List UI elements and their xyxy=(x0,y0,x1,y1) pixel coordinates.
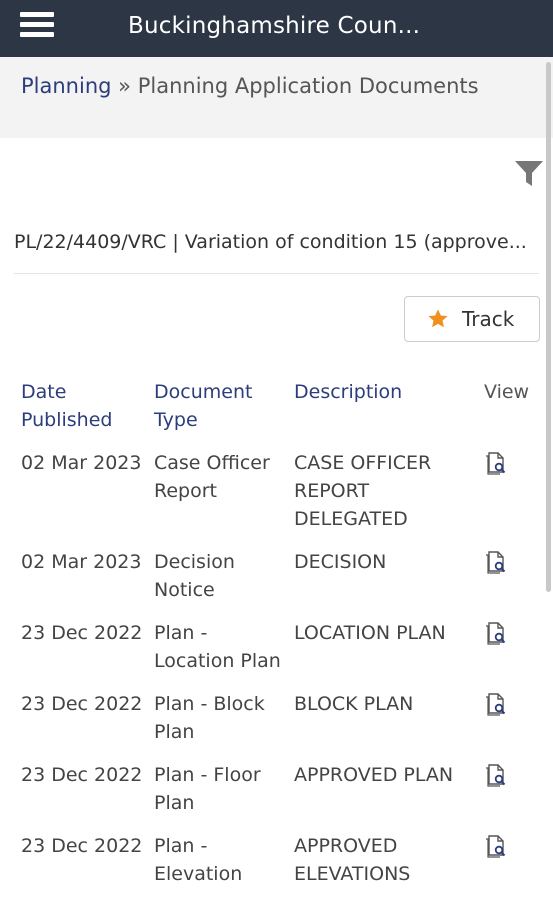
breadcrumb: Planning » Planning Application Document… xyxy=(21,74,479,98)
document-type-cell: Plan - Block Plan xyxy=(154,693,265,743)
star-icon xyxy=(428,309,448,328)
description-cell: APPROVED PLAN xyxy=(294,764,454,786)
header-description[interactable]: Description xyxy=(294,378,402,406)
description-cell: DECISION xyxy=(294,551,387,573)
header-view: View xyxy=(484,381,530,403)
view-document-icon[interactable] xyxy=(484,834,508,858)
header-document-type[interactable]: Document Type xyxy=(154,378,264,434)
view-document-icon[interactable] xyxy=(484,692,508,716)
breadcrumb-link-planning[interactable]: Planning xyxy=(21,74,111,98)
description-cell: APPROVED ELEVATIONS xyxy=(294,835,411,885)
track-label: Track xyxy=(462,307,515,331)
view-document-icon[interactable] xyxy=(484,550,508,574)
app-header: Buckinghamshire Coun... xyxy=(0,0,553,57)
document-type-cell: Plan - Elevation xyxy=(154,835,243,885)
document-type-cell: Decision Notice xyxy=(154,551,235,601)
track-button[interactable]: Track xyxy=(404,296,540,342)
description-cell: LOCATION PLAN xyxy=(294,622,446,644)
view-document-icon[interactable] xyxy=(484,621,508,645)
hamburger-menu-icon[interactable] xyxy=(20,12,54,42)
description-cell: CASE OFFICER REPORT DELEGATED xyxy=(294,452,432,530)
breadcrumb-separator: » xyxy=(118,74,132,98)
description-cell: BLOCK PLAN xyxy=(294,693,414,715)
date-published-cell: 23 Dec 2022 xyxy=(21,764,143,786)
date-published-cell: 23 Dec 2022 xyxy=(21,835,143,857)
divider xyxy=(14,273,539,274)
view-document-icon[interactable] xyxy=(484,451,508,475)
application-reference: PL/22/4409/VRC | Variation of condition … xyxy=(14,231,527,253)
document-type-cell: Plan - Floor Plan xyxy=(154,764,261,814)
date-published-cell: 02 Mar 2023 xyxy=(21,551,142,573)
date-published-cell: 23 Dec 2022 xyxy=(21,693,143,715)
date-published-cell: 02 Mar 2023 xyxy=(21,452,142,474)
document-type-cell: Plan - Location Plan xyxy=(154,622,281,672)
breadcrumb-current: Planning Application Documents xyxy=(137,74,479,98)
scrollbar[interactable] xyxy=(546,62,551,592)
view-document-icon[interactable] xyxy=(484,763,508,787)
document-type-cell: Case Officer Report xyxy=(154,452,270,502)
app-title: Buckinghamshire Coun... xyxy=(128,13,421,39)
header-date-published[interactable]: Date Published xyxy=(21,378,146,434)
date-published-cell: 23 Dec 2022 xyxy=(21,622,143,644)
filter-icon[interactable] xyxy=(514,160,544,188)
